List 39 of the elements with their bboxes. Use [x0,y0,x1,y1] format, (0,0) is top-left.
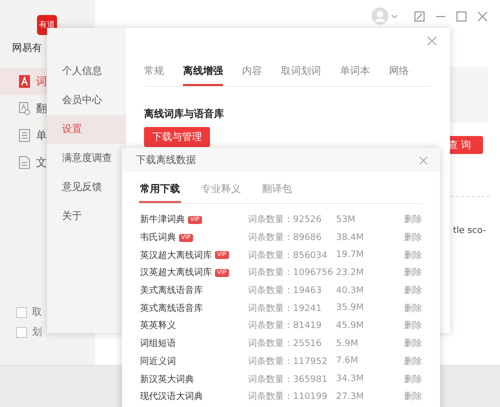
dictionary-name: 词组短语 [140,338,176,350]
dictionary-name: 英汉超大离线词库 [140,250,212,262]
option-label: 取 [32,306,42,319]
file-size: 23.2M [336,268,365,278]
file-size: 45.9M [336,320,365,331]
dictionary-name: 汉英超大离线词库 [140,266,212,280]
dictionary-name: 现代汉语大词典 [140,390,203,404]
file-size: 7.6M [336,356,360,366]
entry-count: 词条数量：110199 [248,390,328,404]
file-size: 35.9M [336,303,365,314]
file-size: 38.4M [336,232,365,243]
entry-count: 词条数量：856034 [248,250,328,262]
dictionary-name: 美式离线语音库 [140,284,203,298]
option-label: 划 [32,326,42,339]
entry-count: 词条数量：89686 [248,232,323,244]
file-size: 5.9M [336,338,360,349]
dictionary-name: 韦氏词典 [140,232,176,244]
entry-count: 词条数量：92526 [248,214,323,226]
entry-count: 词条数量：19463 [248,284,323,298]
file-size: 34.3M [336,374,365,384]
result-text: tle sco- [453,226,486,236]
entry-count: 词条数量：117952 [248,356,328,368]
file-size: 40.3M [336,286,365,296]
dictionary-name: 同近义词 [140,356,176,368]
entry-count: 词条数量：19241 [248,302,323,315]
entry-count: 词条数量：1096756 [248,266,334,280]
dictionary-name: 英式离线语音库 [140,302,203,315]
file-size: 53M [336,214,356,225]
section-title: 离线词库与语音库 [144,107,225,121]
file-size: 19.7M [336,250,365,260]
dictionary-name: 新牛津词典 [140,214,185,226]
file-size: 27.3M [336,392,365,402]
app-name: 网易有 [12,42,42,55]
dialog-title: 下载离线数据 [136,154,196,167]
dictionary-name: 新汉英大词典 [140,374,194,386]
entry-count: 词条数量：25516 [248,338,323,350]
entry-count: 词条数量：365981 [248,374,328,386]
dictionary-name: 英英释义 [140,320,176,332]
entry-count: 词条数量：81419 [248,320,323,332]
